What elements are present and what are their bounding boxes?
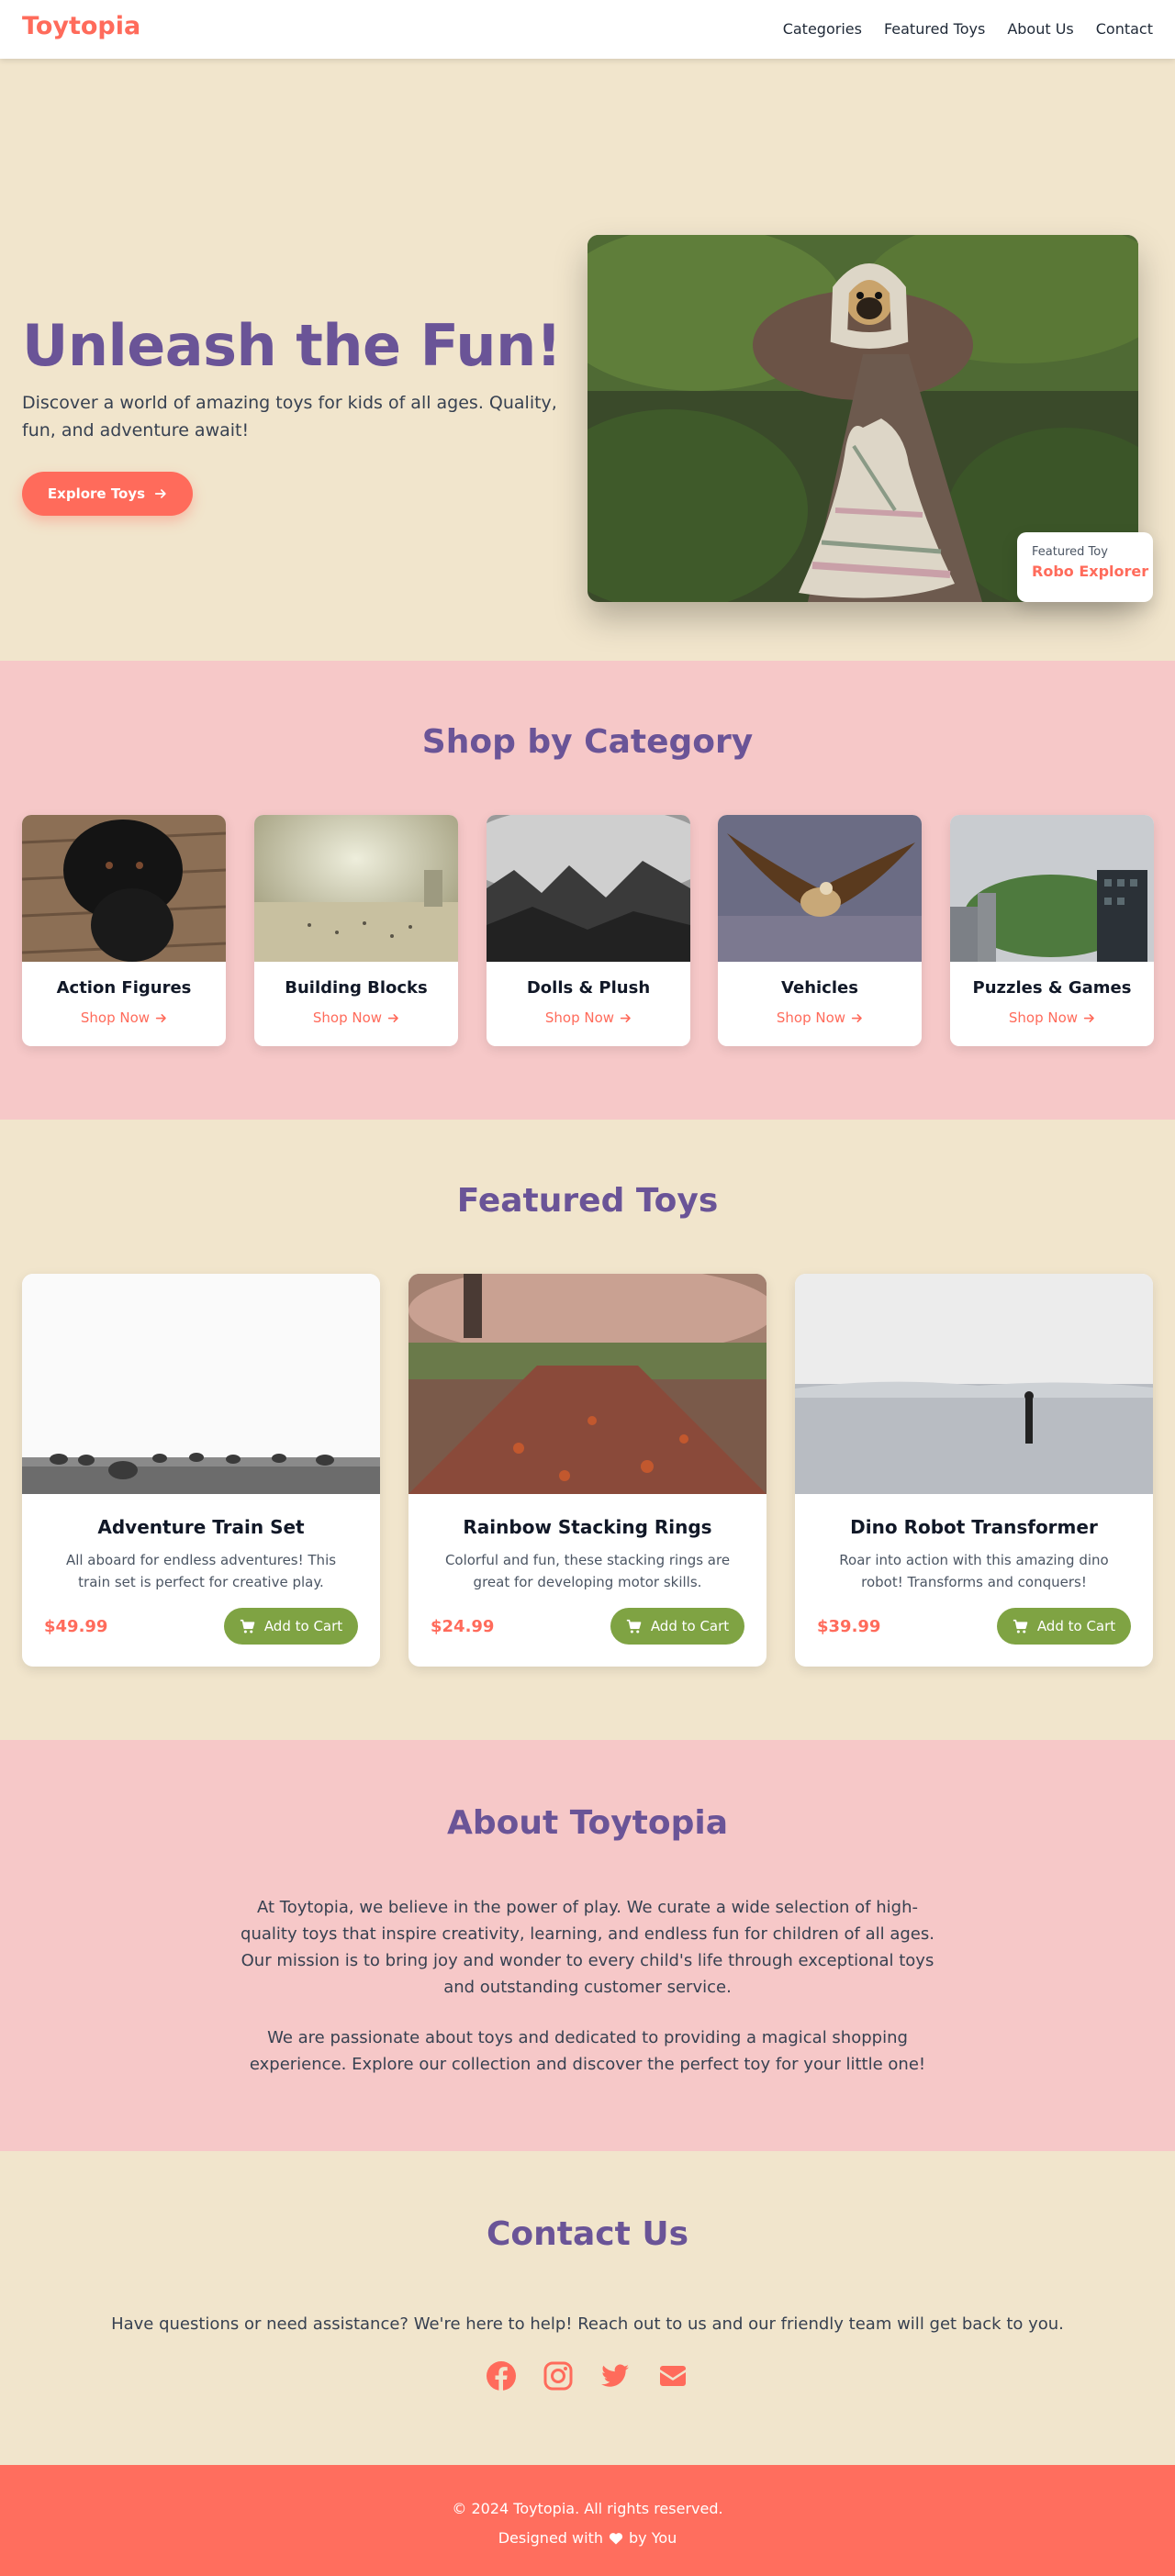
arrow-right-icon	[155, 1013, 166, 1022]
add-to-cart-button[interactable]: Add to Cart	[997, 1608, 1131, 1645]
category-name: Building Blocks	[285, 978, 428, 998]
nav-link-featured-toys[interactable]: Featured Toys	[884, 20, 985, 38]
shop-now-label: Shop Now	[1008, 1009, 1079, 1026]
add-to-cart-label: Add to Cart	[263, 1618, 343, 1634]
about-paragraph-1: At Toytopia, we believe in the power of …	[241, 1898, 934, 1997]
email-link[interactable]	[657, 2360, 688, 2392]
hero-title: Unleash the Fun!	[22, 312, 562, 379]
main-nav: Categories Featured Toys About Us Contac…	[783, 20, 1153, 38]
cart-icon	[240, 1619, 255, 1634]
facebook-icon	[487, 2361, 516, 2391]
contact-title: Contact Us	[486, 2215, 689, 2253]
shop-now-link[interactable]: Shop Now	[487, 1009, 690, 1026]
product-description: Roar into action with this amazing dino …	[839, 1552, 1109, 1590]
product-price: $24.99	[431, 1617, 495, 1636]
add-to-cart-button[interactable]: Add to Cart	[224, 1608, 358, 1645]
categories-section: Shop by Category Action Figures Shop Now…	[0, 661, 1175, 1120]
add-to-cart-label: Add to Cart	[1036, 1618, 1116, 1634]
logo[interactable]: Toytopia	[22, 12, 140, 40]
site-footer: © 2024 Toytopia. All rights reserved. De…	[0, 2465, 1175, 2576]
badge-toy-name: Robo Explorer	[1032, 563, 1149, 580]
shop-now-label: Shop Now	[312, 1009, 383, 1026]
category-name: Action Figures	[56, 978, 192, 998]
product-description: Colorful and fun, these stacking rings a…	[444, 1552, 731, 1590]
cart-icon	[626, 1619, 642, 1634]
instagram-link[interactable]	[543, 2360, 574, 2392]
twitter-icon	[601, 2364, 629, 2387]
product-name: Rainbow Stacking Rings	[463, 1516, 712, 1538]
product-card-dino-robot-transformer: Dino Robot Transformer Roar into action …	[795, 1274, 1153, 1667]
explore-toys-label: Explore Toys	[47, 485, 146, 502]
shop-now-link[interactable]: Shop Now	[950, 1009, 1154, 1026]
category-image	[950, 815, 1154, 962]
category-image	[22, 815, 226, 962]
site-header: Toytopia Categories Featured Toys About …	[0, 0, 1175, 59]
featured-toy-badge: Featured Toy Robo Explorer	[1017, 532, 1153, 602]
instagram-icon	[543, 2361, 573, 2391]
add-to-cart-label: Add to Cart	[650, 1618, 730, 1634]
category-card-puzzles-games[interactable]: Puzzles & Games Shop Now	[950, 815, 1154, 1046]
contact-section: Contact Us Have questions or need assist…	[0, 2151, 1175, 2465]
category-image	[487, 815, 690, 962]
nav-link-about-us[interactable]: About Us	[1007, 20, 1073, 38]
footer-copyright: © 2024 Toytopia. All rights reserved.	[452, 2500, 723, 2517]
arrow-right-icon	[1083, 1013, 1094, 1022]
category-name: Puzzles & Games	[972, 978, 1132, 998]
hero-subtitle: Discover a world of amazing toys for kid…	[22, 393, 557, 440]
product-price: $39.99	[817, 1617, 881, 1636]
category-card-vehicles[interactable]: Vehicles Shop Now	[718, 815, 922, 1046]
featured-toys-section: Featured Toys Adventure Train Set All ab…	[0, 1120, 1175, 1740]
product-name: Adventure Train Set	[97, 1516, 305, 1538]
category-card-dolls-plush[interactable]: Dolls & Plush Shop Now	[487, 815, 690, 1046]
footer-credit: Designed with by You	[0, 2529, 1175, 2547]
envelope-icon	[660, 2366, 686, 2386]
nav-link-categories[interactable]: Categories	[783, 20, 862, 38]
nav-link-contact[interactable]: Contact	[1096, 20, 1153, 38]
facebook-link[interactable]	[486, 2360, 517, 2392]
product-card-adventure-train-set: Adventure Train Set All aboard for endle…	[22, 1274, 380, 1667]
badge-label: Featured Toy	[1032, 545, 1108, 559]
contact-text: Have questions or need assistance? We're…	[111, 2314, 1064, 2334]
categories-title: Shop by Category	[421, 723, 754, 761]
footer-credit-suffix: by You	[628, 2529, 677, 2547]
category-card-action-figures[interactable]: Action Figures Shop Now	[22, 815, 226, 1046]
shop-now-link[interactable]: Shop Now	[254, 1009, 458, 1026]
shop-now-label: Shop Now	[80, 1009, 151, 1026]
product-card-rainbow-stacking-rings: Rainbow Stacking Rings Colorful and fun,…	[408, 1274, 767, 1667]
arrow-right-icon	[387, 1013, 398, 1022]
explore-toys-button[interactable]: Explore Toys	[22, 472, 193, 516]
shop-now-link[interactable]: Shop Now	[718, 1009, 922, 1026]
cart-icon	[1013, 1619, 1028, 1634]
add-to-cart-button[interactable]: Add to Cart	[610, 1608, 744, 1645]
about-section: About Toytopia At Toytopia, we believe i…	[0, 1740, 1175, 2151]
hero-section: Unleash the Fun! Discover a world of ama…	[0, 59, 1175, 661]
arrow-right-icon	[620, 1013, 631, 1022]
category-name: Dolls & Plush	[526, 978, 651, 998]
arrow-right-icon	[851, 1013, 862, 1022]
category-image	[718, 815, 922, 962]
category-image	[254, 815, 458, 962]
about-title: About Toytopia	[446, 1804, 729, 1842]
shop-now-label: Shop Now	[776, 1009, 846, 1026]
shop-now-link[interactable]: Shop Now	[22, 1009, 226, 1026]
category-card-building-blocks[interactable]: Building Blocks Shop Now	[254, 815, 458, 1046]
product-image	[408, 1274, 767, 1494]
arrow-right-icon	[154, 489, 166, 498]
shop-now-label: Shop Now	[544, 1009, 615, 1026]
featured-title: Featured Toys	[456, 1182, 719, 1220]
product-name: Dino Robot Transformer	[850, 1516, 1098, 1538]
product-image	[795, 1274, 1153, 1494]
product-description: All aboard for endless adventures! This …	[65, 1552, 337, 1590]
about-paragraph-2: We are passionate about toys and dedicat…	[249, 2028, 926, 2074]
twitter-link[interactable]	[599, 2360, 631, 2392]
product-price: $49.99	[44, 1617, 108, 1636]
heart-icon	[609, 2532, 623, 2544]
product-image	[22, 1274, 380, 1494]
category-name: Vehicles	[781, 978, 858, 998]
footer-credit-prefix: Designed with	[498, 2529, 603, 2547]
